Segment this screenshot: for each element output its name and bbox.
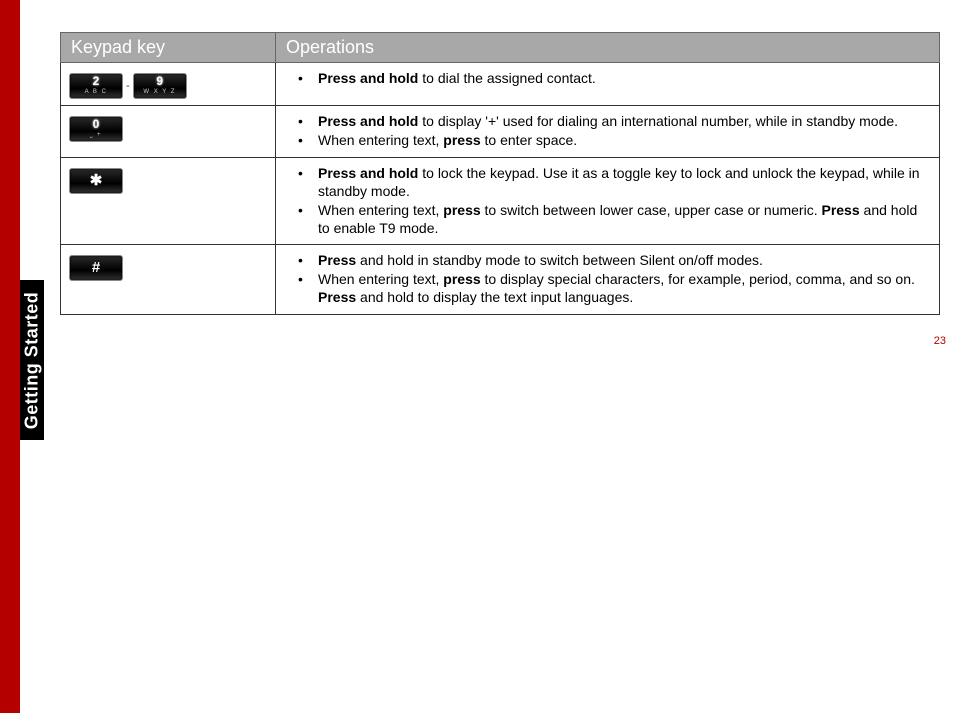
page-number: 23 (934, 335, 946, 347)
ops-item: Press and hold to lock the keypad. Use i… (298, 165, 931, 201)
table-body: 2A B C-9W X Y Z Press and hold to dial th… (61, 63, 940, 315)
section-tab: Getting Started (20, 280, 44, 440)
key-digit: 9 (134, 74, 186, 89)
table-row: ✱ Press and hold to lock the keypad. Use … (61, 157, 940, 245)
col-header-ops: Operations (276, 33, 940, 63)
key-symbol: ✱ (70, 171, 122, 190)
ops-list: Press and hold to dial the assigned cont… (284, 70, 931, 88)
table-row: 2A B C-9W X Y Z Press and hold to dial th… (61, 63, 940, 106)
ops-list: Press and hold to lock the keypad. Use i… (284, 165, 931, 238)
body-text: to display '+' used for dialing an inter… (418, 113, 898, 129)
body-text: and hold to display the text input langu… (356, 289, 633, 305)
key-2-icon: 2A B C (69, 73, 123, 99)
key-symbol: # (70, 258, 122, 277)
body-text: to enter space. (481, 132, 578, 148)
key-cell: # (61, 245, 276, 315)
ops-item: Press and hold in standby mode to switch… (298, 252, 931, 270)
body-text: to switch between lower case, upper case… (481, 202, 822, 218)
ops-cell: Press and hold to display '+' used for d… (276, 106, 940, 158)
left-red-bar (0, 0, 20, 713)
key-0-icon: 0⎵ + (69, 116, 123, 142)
ops-item: When entering text, press to display spe… (298, 271, 931, 307)
section-tab-label: Getting Started (22, 291, 43, 429)
bold-text: Press and hold (318, 70, 418, 86)
ops-cell: Press and hold to dial the assigned cont… (276, 63, 940, 106)
keypad-table: Keypad key Operations 2A B C-9W X Y Z Pre… (60, 32, 940, 315)
key-star-icon: ✱ (69, 168, 123, 194)
body-text: When entering text, (318, 202, 443, 218)
ops-item: When entering text, press to switch betw… (298, 202, 931, 238)
ops-list: Press and hold to display '+' used for d… (284, 113, 931, 150)
bold-text: Press (318, 289, 356, 305)
body-text: When entering text, (318, 132, 443, 148)
body-text: and hold in standby mode to switch betwe… (356, 252, 763, 268)
body-text: to dial the assigned contact. (418, 70, 595, 86)
body-text: When entering text, (318, 271, 443, 287)
key-cell: 2A B C-9W X Y Z (61, 63, 276, 106)
table-row: 0⎵ + Press and hold to display '+' used f… (61, 106, 940, 158)
col-header-key: Keypad key (61, 33, 276, 63)
bold-text: press (443, 132, 480, 148)
ops-item: Press and hold to dial the assigned cont… (298, 70, 931, 88)
ops-item: When entering text, press to enter space… (298, 132, 931, 150)
bold-text: Press (821, 202, 859, 218)
key-subtext: ⎵ + (70, 132, 122, 140)
bold-text: press (443, 271, 480, 287)
bold-text: press (443, 202, 480, 218)
ops-cell: Press and hold in standby mode to switch… (276, 245, 940, 315)
bold-text: Press and hold (318, 165, 418, 181)
body-text: to display special characters, for examp… (481, 271, 915, 287)
key-digit: 2 (70, 74, 122, 89)
range-dash: - (126, 80, 130, 92)
bold-text: Press and hold (318, 113, 418, 129)
table-row: # Press and hold in standby mode to switc… (61, 245, 940, 315)
key-digit: 0 (70, 117, 122, 132)
key-subtext: A B C (70, 89, 122, 97)
key-subtext: W X Y Z (134, 89, 186, 97)
ops-cell: Press and hold to lock the keypad. Use i… (276, 157, 940, 245)
key-cell: ✱ (61, 157, 276, 245)
ops-item: Press and hold to display '+' used for d… (298, 113, 931, 131)
bold-text: Press (318, 252, 356, 268)
ops-list: Press and hold in standby mode to switch… (284, 252, 931, 307)
key-cell: 0⎵ + (61, 106, 276, 158)
key-9-icon: 9W X Y Z (133, 73, 187, 99)
key-hash-icon: # (69, 255, 123, 281)
